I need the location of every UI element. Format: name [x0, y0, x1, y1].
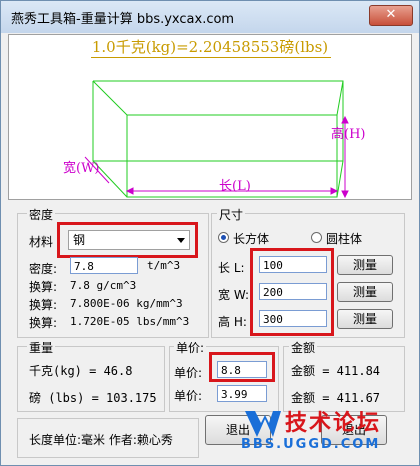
price-input-lbs[interactable]: 3.99 — [217, 385, 267, 402]
weight-lbs-text: 磅 (lbs) = 103.175 — [29, 391, 157, 405]
watermark-url: BBS.UGGD.COM — [241, 437, 381, 452]
highlight-dimensions — [250, 248, 334, 336]
width-label: 宽 W: — [218, 288, 250, 302]
radio-cuboid-label: 长方体 — [233, 232, 270, 246]
author-info: 长度单位:毫米 作者:赖心秀 — [29, 433, 173, 447]
title-bar: 燕秀工具箱-重量计算 bbs.yxcax.com ✕ — [1, 1, 419, 33]
measure-width-button[interactable]: 测量 — [337, 282, 393, 302]
app-window: 燕秀工具箱-重量计算 bbs.yxcax.com ✕ 1.0千克(kg)=2.2… — [0, 0, 420, 466]
material-label: 材料 — [29, 235, 54, 249]
measure-height-button[interactable]: 测量 — [337, 309, 393, 329]
density-label: 密度: — [29, 262, 58, 276]
width-dimension-label: 宽(W) — [63, 161, 100, 176]
weight-kg-text: 千克(kg) = 46.8 — [29, 364, 133, 378]
watermark-title: 技术论坛 — [285, 410, 382, 436]
size-group-title: 尺寸 — [217, 206, 246, 223]
logo-icon — [245, 411, 281, 437]
conversion-value-1: 7.8 g/cm^3 — [70, 279, 137, 292]
density-input[interactable]: 7.8 — [70, 257, 138, 274]
conversion-value-3: 1.720E-05 lbs/mm^3 — [70, 315, 190, 328]
height-dimension-label: 高(H) — [331, 127, 366, 142]
conversion-value-2: 7.800E-06 kg/mm^3 — [70, 297, 183, 310]
weight-group-title: 重量 — [27, 339, 56, 356]
conversion-label-1: 换算: — [29, 280, 58, 294]
length-dimension-label: 长(L) — [219, 179, 251, 194]
price-label-2: 单价: — [174, 366, 203, 380]
amount-kg-text: 金额 = 411.84 — [291, 364, 381, 378]
window-title: 燕秀工具箱-重量计算 bbs.yxcax.com — [11, 12, 235, 27]
radio-cylinder-label: 圆柱体 — [326, 232, 363, 246]
density-group-title: 密度 — [27, 206, 56, 223]
diagram-canvas: 1.0千克(kg)=2.20458553磅(lbs) 高(H) 宽(W) 长(L… — [8, 34, 412, 200]
conversion-label-2: 换算: — [29, 298, 58, 312]
forum-watermark: 技术论坛 BBS.UGGD.COM — [241, 405, 411, 461]
price-label-3: 单价: — [174, 389, 203, 403]
height-label: 高 H: — [218, 315, 247, 329]
close-button[interactable]: ✕ — [369, 5, 413, 26]
highlight-material — [57, 222, 198, 258]
radio-cuboid[interactable] — [218, 232, 229, 243]
price-label-1: 单价: — [174, 339, 207, 356]
length-label: 长 L: — [218, 261, 245, 275]
measure-length-button[interactable]: 测量 — [337, 255, 393, 275]
amount-group-title: 金额 — [289, 339, 318, 356]
conversion-label-3: 换算: — [29, 316, 58, 330]
amount-lbs-text: 金额 = 411.67 — [291, 391, 381, 405]
density-unit: t/m^3 — [147, 259, 181, 272]
radio-cylinder[interactable] — [311, 232, 322, 243]
highlight-price — [209, 352, 275, 382]
